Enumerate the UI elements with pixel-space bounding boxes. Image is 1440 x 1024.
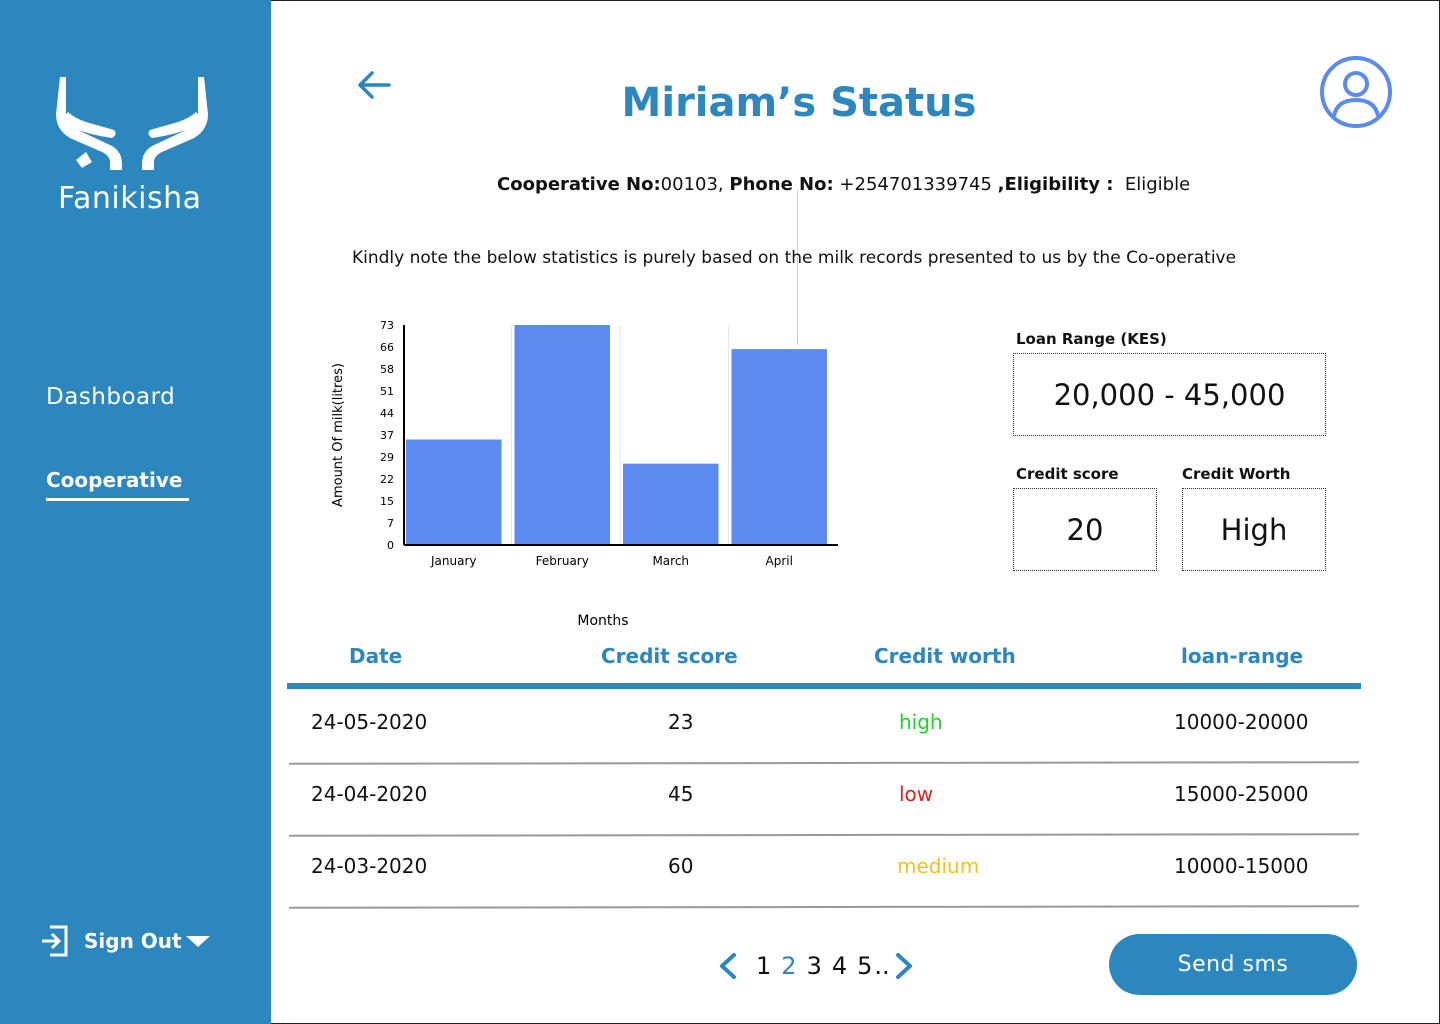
y-tick-label: 7 — [387, 517, 394, 530]
y-tick-label: 37 — [380, 429, 394, 442]
pagination: 1 2 3 4 5 .. — [712, 950, 920, 982]
coop-value: 00103, — [660, 174, 724, 195]
eligibility-label: ,Eligibility : — [997, 174, 1114, 195]
y-tick-label: 15 — [380, 495, 394, 508]
phone-label: Phone No: — [729, 174, 834, 195]
caret-down-icon[interactable] — [185, 935, 210, 947]
cell-score: 45 — [668, 782, 694, 806]
cell-loan-range: 15000-25000 — [1174, 782, 1309, 806]
sidebar-item-cooperative[interactable]: Cooperative — [46, 468, 189, 501]
member-info: Cooperative No:00103, Phone No: +2547013… — [0, 174, 1440, 195]
page-link-4[interactable]: 4 — [832, 952, 847, 980]
y-tick-label: 66 — [380, 341, 394, 354]
page-link-5[interactable]: 5 — [857, 952, 872, 980]
sign-out-button[interactable]: Sign Out — [40, 924, 210, 958]
x-tick-label: March — [652, 554, 689, 568]
x-tick-label: January — [430, 554, 477, 568]
cell-score: 23 — [668, 710, 694, 734]
cell-date: 24-03-2020 — [311, 854, 428, 878]
cell-date: 24-04-2020 — [311, 782, 428, 806]
page-ellipsis: .. — [874, 952, 890, 980]
loan-range-box: 20,000 - 45,000 — [1013, 353, 1326, 436]
page-link-1[interactable]: 1 — [756, 952, 771, 980]
sign-out-label: Sign Out — [84, 929, 182, 953]
credit-worth-value: High — [1220, 512, 1288, 547]
bar-february — [514, 325, 610, 545]
table-row[interactable]: 24-03-2020 60 medium 10000-15000 — [287, 836, 1361, 909]
cell-worth: medium — [897, 854, 980, 878]
credit-score-box: 20 — [1013, 488, 1157, 571]
cell-loan-range: 10000-20000 — [1174, 710, 1309, 734]
cell-loan-range: 10000-15000 — [1174, 854, 1309, 878]
credit-worth-box: High — [1182, 488, 1326, 571]
loan-range-value: 20,000 - 45,000 — [1053, 377, 1286, 412]
table-row[interactable]: 24-05-2020 23 high 10000-20000 — [287, 692, 1361, 765]
cell-worth: low — [899, 782, 934, 806]
credit-score-label: Credit score — [1016, 465, 1119, 483]
y-tick-label: 0 — [387, 539, 394, 552]
back-arrow-icon[interactable] — [356, 68, 392, 102]
phone-value: +254701339745 — [839, 174, 992, 195]
y-tick-label: 22 — [380, 473, 394, 486]
y-tick-label: 29 — [380, 451, 394, 464]
col-header-credit-worth[interactable]: Credit worth — [874, 644, 1016, 668]
bar-march — [623, 463, 719, 545]
cell-score: 60 — [668, 854, 694, 878]
x-tick-label: February — [536, 554, 589, 568]
bar-april — [731, 349, 827, 545]
milk-bar-chart: January February March April 0 7 15 22 29 37 44 51 5… — [331, 319, 838, 629]
user-avatar-icon[interactable] — [1319, 55, 1393, 129]
sidebar-item-dashboard[interactable]: Dashboard — [46, 384, 175, 410]
x-axis-label: Months — [577, 613, 628, 629]
y-axis-label: Amount Of milk(litres) — [331, 363, 346, 507]
y-tick-label: 58 — [380, 363, 394, 376]
y-tick-label: 44 — [380, 407, 394, 420]
loan-range-label: Loan Range (KES) — [1016, 330, 1167, 348]
send-sms-button[interactable]: Send sms — [1109, 934, 1357, 995]
cell-date: 24-05-2020 — [311, 710, 428, 734]
table-row[interactable]: 24-04-2020 45 low 15000-25000 — [287, 764, 1361, 837]
coop-label: Cooperative No: — [497, 174, 661, 195]
x-tick-label: April — [766, 554, 793, 568]
col-header-credit-score[interactable]: Credit score — [601, 644, 738, 668]
sidebar: Fanikisha Dashboard Cooperative Sign Out — [0, 0, 271, 1024]
page-link-2[interactable]: 2 — [781, 952, 796, 980]
credit-score-value: 20 — [1066, 512, 1104, 547]
col-header-loan-range[interactable]: loan-range — [1181, 644, 1303, 668]
sign-out-icon — [42, 925, 68, 957]
y-tick-label: 73 — [380, 319, 394, 332]
y-tick-label: 51 — [380, 385, 394, 398]
page-title: Miriam’s Status — [621, 80, 977, 126]
table-header-bar — [287, 683, 1361, 689]
bar-january — [406, 439, 502, 545]
chevron-left-icon[interactable] — [712, 950, 748, 982]
col-header-date[interactable]: Date — [349, 644, 402, 668]
page-link-3[interactable]: 3 — [807, 952, 822, 980]
eligibility-value: Eligible — [1124, 174, 1191, 195]
chevron-right-icon[interactable] — [890, 950, 920, 982]
statistics-note: Kindly note the below statistics is pure… — [352, 248, 1237, 268]
credit-worth-label: Credit Worth — [1182, 465, 1291, 483]
cell-worth: high — [899, 710, 943, 734]
